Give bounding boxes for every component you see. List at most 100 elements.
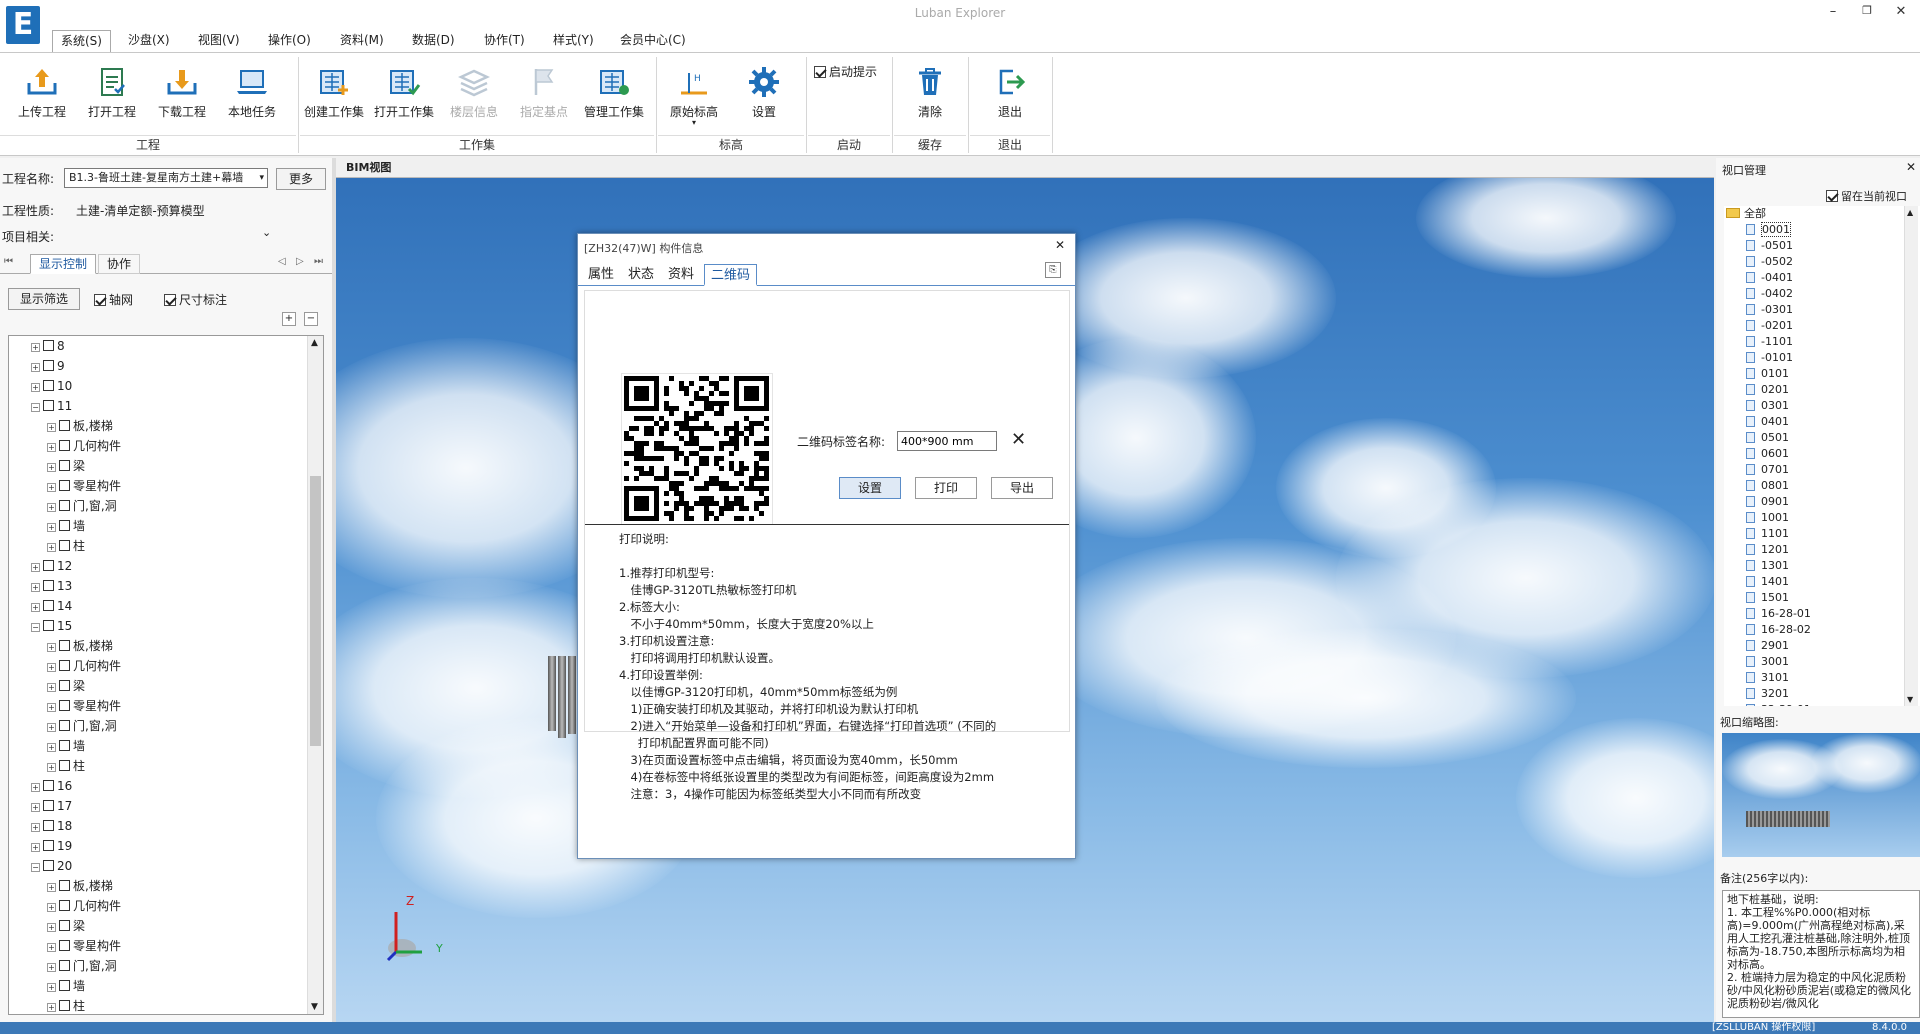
tree-checkbox[interactable] bbox=[59, 460, 70, 471]
tree-node[interactable]: − 11 bbox=[31, 396, 72, 416]
tree-node[interactable]: +19 bbox=[31, 836, 72, 856]
tree-checkbox[interactable] bbox=[43, 580, 54, 591]
prev-icon[interactable]: ◁ bbox=[278, 256, 286, 267]
download-project-button[interactable]: 下载工程 bbox=[148, 65, 216, 120]
floor-info-button[interactable]: 楼层信息 bbox=[440, 65, 508, 120]
tree-node[interactable]: + 零星构件 bbox=[47, 476, 121, 496]
viewport-item[interactable]: -0101 bbox=[1746, 350, 1793, 366]
tree-checkbox[interactable] bbox=[43, 360, 54, 371]
viewport-item[interactable]: 0801 bbox=[1746, 478, 1789, 494]
viewport-root[interactable]: 全部 bbox=[1726, 206, 1766, 222]
viewport-item[interactable]: 16-28-02 bbox=[1746, 622, 1811, 638]
expand-icon[interactable]: + bbox=[47, 683, 56, 692]
tree-node[interactable]: +13 bbox=[31, 576, 72, 596]
tree-checkbox[interactable] bbox=[43, 780, 54, 791]
viewport-item[interactable]: 0201 bbox=[1746, 382, 1789, 398]
scroll-down-icon[interactable]: ▼ bbox=[311, 1002, 318, 1012]
tree-node[interactable]: + 柱 bbox=[47, 536, 85, 556]
expand-icon[interactable]: + bbox=[47, 763, 56, 772]
upload-project-button[interactable]: 上传工程 bbox=[8, 65, 76, 120]
viewport-item[interactable]: 0601 bbox=[1746, 446, 1789, 462]
tree-checkbox[interactable] bbox=[59, 480, 70, 491]
expand-icon[interactable]: + bbox=[47, 483, 56, 492]
viewport-item[interactable]: 3001 bbox=[1746, 654, 1789, 670]
tree-checkbox[interactable] bbox=[59, 700, 70, 711]
tree-checkbox[interactable] bbox=[43, 380, 54, 391]
expand-icon[interactable]: + bbox=[47, 723, 56, 732]
tree-checkbox[interactable] bbox=[59, 940, 70, 951]
tree-checkbox[interactable] bbox=[43, 840, 54, 851]
tree-node[interactable]: +16 bbox=[31, 776, 72, 796]
tree-node[interactable]: +14 bbox=[31, 596, 72, 616]
tab-status[interactable]: 状态 bbox=[622, 264, 660, 286]
dimension-checkbox[interactable]: 尺寸标注 bbox=[164, 291, 227, 308]
tree-checkbox[interactable] bbox=[43, 620, 54, 631]
tree-checkbox[interactable] bbox=[59, 520, 70, 531]
viewport-item[interactable]: -0301 bbox=[1746, 302, 1793, 318]
tree-node[interactable]: − 15 bbox=[31, 616, 72, 636]
collapse-icon[interactable]: − bbox=[31, 403, 40, 412]
expand-icon[interactable]: + bbox=[47, 923, 56, 932]
display-filter-button[interactable]: 显示筛选 bbox=[8, 288, 80, 310]
tree-checkbox[interactable] bbox=[59, 1000, 70, 1011]
menu-material[interactable]: 资料(M) bbox=[332, 30, 392, 52]
viewport-thumbnail[interactable] bbox=[1722, 733, 1920, 857]
expand-all-button[interactable]: + bbox=[282, 312, 296, 326]
expand-icon[interactable]: + bbox=[31, 363, 40, 372]
viewport-item[interactable]: 0501 bbox=[1746, 430, 1789, 446]
tree-node[interactable]: + 墙 bbox=[47, 976, 85, 996]
tree-node[interactable]: + 零星构件 bbox=[47, 696, 121, 716]
menu-data[interactable]: 数据(D) bbox=[404, 30, 463, 52]
pile-model[interactable] bbox=[558, 656, 566, 738]
create-workset-button[interactable]: 创建工作集 bbox=[300, 65, 368, 120]
viewport-item[interactable]: 0901 bbox=[1746, 494, 1789, 510]
last-icon[interactable]: ⏭ bbox=[314, 256, 323, 267]
tree-node[interactable]: + 几何构件 bbox=[47, 656, 121, 676]
viewport-item[interactable]: 0401 bbox=[1746, 414, 1789, 430]
menu-sandbox[interactable]: 沙盘(X) bbox=[120, 30, 178, 52]
viewport-item[interactable]: -0502 bbox=[1746, 254, 1793, 270]
stay-viewport-checkbox[interactable]: 留在当前视口 bbox=[1826, 188, 1907, 204]
open-workset-button[interactable]: 打开工作集 bbox=[370, 65, 438, 120]
tree-node[interactable]: + 柱 bbox=[47, 996, 85, 1014]
tab-collab[interactable]: 协作 bbox=[98, 254, 141, 274]
next-icon[interactable]: ▷ bbox=[296, 256, 304, 267]
expand-chevrons-icon[interactable]: ⌄ bbox=[262, 226, 271, 239]
tab-display-control[interactable]: 显示控制 bbox=[30, 254, 97, 274]
expand-icon[interactable]: + bbox=[31, 843, 40, 852]
collapse-icon[interactable]: − bbox=[31, 623, 40, 632]
menu-view[interactable]: 视图(V) bbox=[190, 30, 248, 52]
settings-button[interactable]: 设置 bbox=[730, 65, 798, 120]
scroll-up-icon[interactable]: ▲ bbox=[1907, 208, 1913, 217]
clear-icon[interactable]: ✕ bbox=[1011, 429, 1026, 450]
pile-model[interactable] bbox=[548, 656, 556, 731]
tree-node[interactable]: + 零星构件 bbox=[47, 936, 121, 956]
tree-node[interactable]: + 梁 bbox=[47, 456, 85, 476]
tree-checkbox[interactable] bbox=[59, 960, 70, 971]
menu-system[interactable]: 系统(S) bbox=[52, 30, 111, 52]
tree-checkbox[interactable] bbox=[43, 600, 54, 611]
minimize-button[interactable]: – bbox=[1818, 4, 1848, 22]
exit-button[interactable]: 退出 bbox=[976, 65, 1044, 120]
tree-checkbox[interactable] bbox=[59, 980, 70, 991]
tree-node[interactable]: + 几何构件 bbox=[47, 436, 121, 456]
collapse-all-button[interactable]: − bbox=[304, 312, 318, 326]
expand-icon[interactable]: + bbox=[47, 943, 56, 952]
expand-icon[interactable]: + bbox=[47, 463, 56, 472]
tree-node[interactable]: + 门,窗,洞 bbox=[47, 496, 117, 516]
collapse-icon[interactable]: − bbox=[31, 863, 40, 872]
expand-icon[interactable]: + bbox=[31, 583, 40, 592]
viewport-item[interactable]: 1201 bbox=[1746, 542, 1789, 558]
tab-properties[interactable]: 属性 bbox=[582, 264, 620, 286]
tree-checkbox[interactable] bbox=[43, 800, 54, 811]
tree-node[interactable]: +18 bbox=[31, 816, 72, 836]
expand-icon[interactable]: + bbox=[47, 1003, 56, 1012]
tree-node[interactable]: + 板,楼梯 bbox=[47, 876, 113, 896]
qr-label-input[interactable] bbox=[897, 431, 997, 451]
base-point-button[interactable]: 指定基点 bbox=[510, 65, 578, 120]
expand-icon[interactable]: + bbox=[31, 823, 40, 832]
tree-checkbox[interactable] bbox=[59, 440, 70, 451]
viewport-item[interactable]: -0401 bbox=[1746, 270, 1793, 286]
viewport-item[interactable]: 1301 bbox=[1746, 558, 1789, 574]
expand-icon[interactable]: + bbox=[47, 883, 56, 892]
